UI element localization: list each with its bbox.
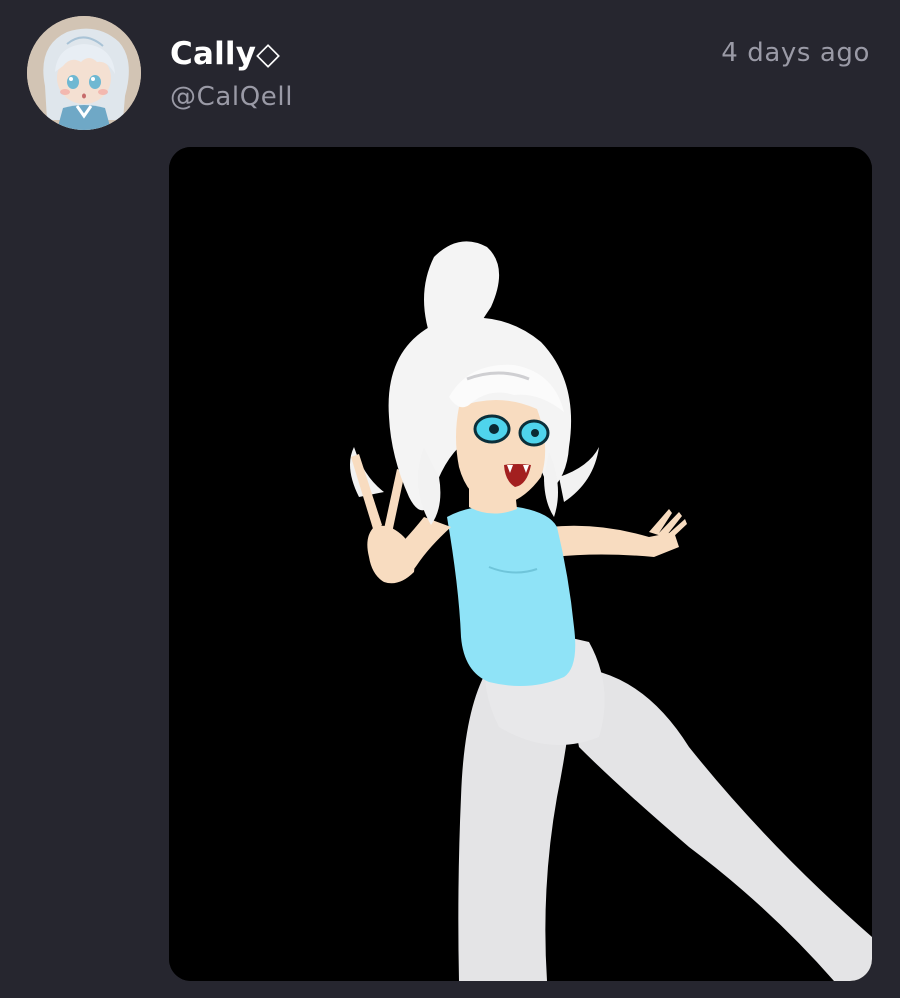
character-illustration-icon (169, 147, 872, 981)
author-avatar[interactable] (27, 16, 141, 130)
avatar-illustration-icon (27, 16, 141, 130)
author-display-name[interactable]: Cally◇ (170, 34, 280, 74)
post-image[interactable] (169, 147, 872, 981)
author-username[interactable]: @CalQell (170, 80, 293, 114)
post-card: Cally◇ @CalQell 4 days ago (0, 0, 900, 998)
post-timestamp: 4 days ago (721, 38, 870, 68)
